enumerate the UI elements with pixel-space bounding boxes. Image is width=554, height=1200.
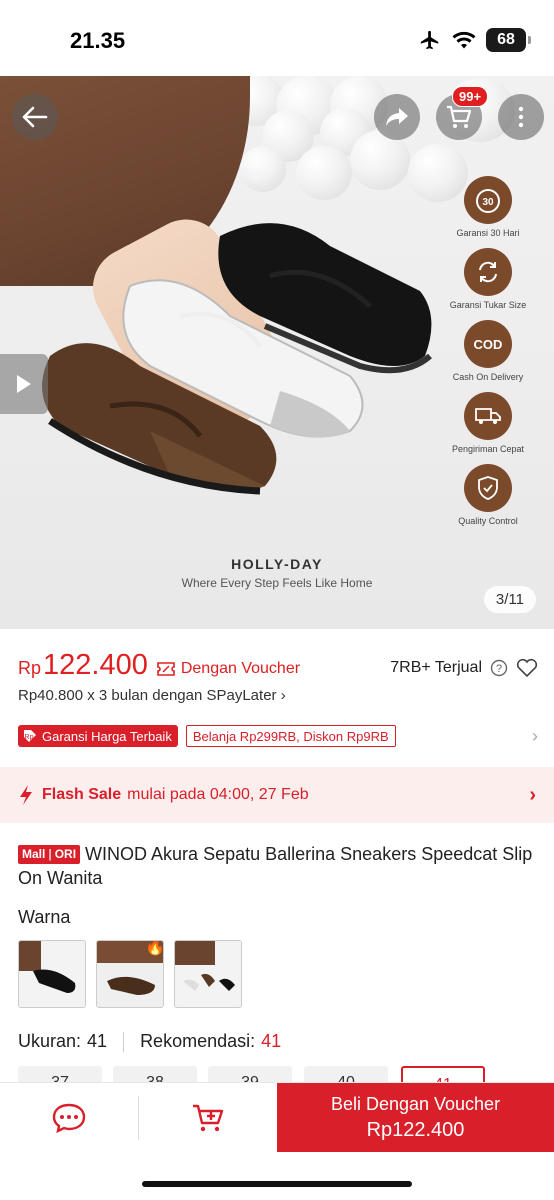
- fire-icon: 🔥: [145, 940, 164, 956]
- image-counter: 3/11: [483, 586, 536, 613]
- voucher-label: Dengan Voucher: [180, 660, 301, 677]
- more-options-button[interactable]: [498, 94, 544, 140]
- status-bar: 21.35 68: [0, 0, 554, 76]
- garansi-label: Garansi Harga Terbaik: [42, 728, 172, 744]
- svg-text:Rp: Rp: [25, 734, 34, 741]
- safe-area: [0, 1152, 554, 1200]
- size-info: Ukuran: 41 Rekomendasi: 41: [18, 1031, 281, 1052]
- balloon-decoration: [296, 146, 352, 200]
- ukuran-value: 41: [87, 1031, 108, 1051]
- feature-label: Pengiriman Cepat: [451, 444, 525, 454]
- share-button[interactable]: [374, 94, 420, 140]
- status-time: 21.35: [70, 28, 126, 53]
- clock-30-icon: 30: [464, 176, 512, 224]
- color-swatch-all[interactable]: [174, 940, 242, 1008]
- heart-icon[interactable]: [516, 658, 538, 678]
- play-icon: [17, 375, 31, 393]
- color-swatch-brown[interactable]: 🔥: [96, 940, 164, 1008]
- garansi-harga-badge: Rp Garansi Harga Terbaik: [18, 725, 178, 747]
- product-title-text: WINOD Akura Sepatu Ballerina Sneakers Sp…: [18, 844, 533, 888]
- back-button[interactable]: [12, 94, 58, 140]
- feature-label: Garansi 30 Hari: [456, 228, 520, 238]
- cart-icon: [447, 105, 472, 128]
- ukuran-label: Ukuran:: [18, 1031, 82, 1051]
- flash-sale-banner[interactable]: Flash Sale mulai pada 04:00, 27 Feb ›: [0, 767, 554, 823]
- cart-button[interactable]: 99+: [436, 86, 489, 140]
- warna-label: Warna: [18, 907, 71, 927]
- bottom-action-bar: Beli Dengan Voucher Rp122.400: [0, 1082, 554, 1153]
- brand-title: HOLLY-DAY: [231, 556, 323, 572]
- sold-label: 7RB+ Terjual: [390, 659, 482, 676]
- arrow-left-icon: [22, 106, 48, 128]
- feature-label: Garansi Tukar Size: [449, 300, 527, 310]
- add-to-cart-button[interactable]: [139, 1083, 277, 1153]
- color-swatch-black[interactable]: [18, 940, 86, 1008]
- share-arrow-icon: [386, 108, 408, 126]
- buy-price: Rp122.400: [366, 1119, 465, 1141]
- chat-button[interactable]: [0, 1083, 138, 1153]
- buy-label: Beli Dengan Voucher: [330, 1094, 501, 1114]
- diskon-badge: Belanja Rp299RB, Diskon Rp9RB: [185, 725, 396, 747]
- sold-count: 7RB+ Terjual ?: [390, 658, 538, 678]
- spaylater-text: Rp40.800 x 3 bulan dengan SPayLater: [18, 687, 277, 704]
- price-amount: 122.400: [43, 649, 148, 681]
- mall-ori-tag: Mall | ORI: [18, 844, 81, 864]
- flash-sale-time: mulai pada 04:00, 27 Feb: [127, 786, 309, 803]
- chat-icon: [52, 1103, 86, 1134]
- truck-icon: [464, 392, 512, 440]
- guarantee-badges[interactable]: Rp Garansi Harga Terbaik Belanja Rp299RB…: [18, 724, 538, 748]
- feature-cash-on-delivery: COD Cash On Delivery: [440, 320, 536, 382]
- airplane-icon: [420, 30, 439, 50]
- cart-count-badge: 99+: [452, 86, 489, 107]
- more-vertical-icon: [518, 106, 524, 128]
- product-title: Mall | ORI WINOD Akura Sepatu Ballerina Sne…: [18, 842, 538, 890]
- price-currency: Rp: [18, 658, 42, 678]
- home-indicator[interactable]: [142, 1181, 412, 1187]
- cart-plus-icon: [193, 1104, 224, 1132]
- feature-garansi-30-hari: 30 Garansi 30 Hari: [440, 176, 536, 238]
- brand-subtitle: Where Every Step Feels Like Home: [181, 576, 373, 590]
- shoes-photo: [42, 223, 432, 495]
- lightning-icon: [20, 785, 32, 805]
- chevron-right-icon: ›: [280, 687, 286, 704]
- flash-sale-title: Flash Sale: [42, 786, 122, 803]
- chevron-right-icon: ›: [532, 725, 538, 746]
- svg-text:?: ?: [496, 663, 502, 675]
- feature-pengiriman-cepat: Pengiriman Cepat: [440, 392, 536, 454]
- feature-label: Cash On Delivery: [452, 372, 524, 382]
- shield-check-icon: [464, 464, 512, 512]
- cod-icon: COD: [464, 320, 512, 368]
- battery-icon: 68: [486, 28, 531, 52]
- feature-garansi-tukar-size: Garansi Tukar Size: [440, 248, 536, 310]
- rekomendasi-value: 41: [261, 1031, 282, 1051]
- feature-label: Quality Control: [458, 516, 518, 526]
- divider: [123, 1031, 125, 1052]
- play-video-button[interactable]: [0, 354, 48, 414]
- exchange-icon: [464, 248, 512, 296]
- status-icons: 68: [418, 28, 531, 52]
- svg-text:30: 30: [482, 197, 494, 208]
- product-image-carousel[interactable]: 99+ 30 Garansi 30 Hari Garansi Tukar Siz…: [0, 76, 554, 629]
- balloon-decoration: [240, 146, 286, 192]
- price-tag-icon: Rp: [24, 730, 36, 742]
- voucher-tag[interactable]: Dengan Voucher: [156, 660, 300, 678]
- help-icon[interactable]: ?: [490, 659, 508, 677]
- voucher-icon: [157, 662, 175, 676]
- wifi-icon: [452, 31, 476, 49]
- feature-quality-control: Quality Control: [440, 464, 536, 526]
- price-row: Rp 122.400 Dengan Voucher 7RB+ Terjual ?: [18, 648, 538, 682]
- chevron-right-icon: ›: [529, 783, 536, 806]
- spaylater-installment[interactable]: Rp40.800 x 3 bulan dengan SPayLater ›: [18, 687, 286, 704]
- buy-with-voucher-button[interactable]: Beli Dengan Voucher Rp122.400: [277, 1083, 554, 1153]
- rekomendasi-label: Rekomendasi:: [140, 1031, 256, 1051]
